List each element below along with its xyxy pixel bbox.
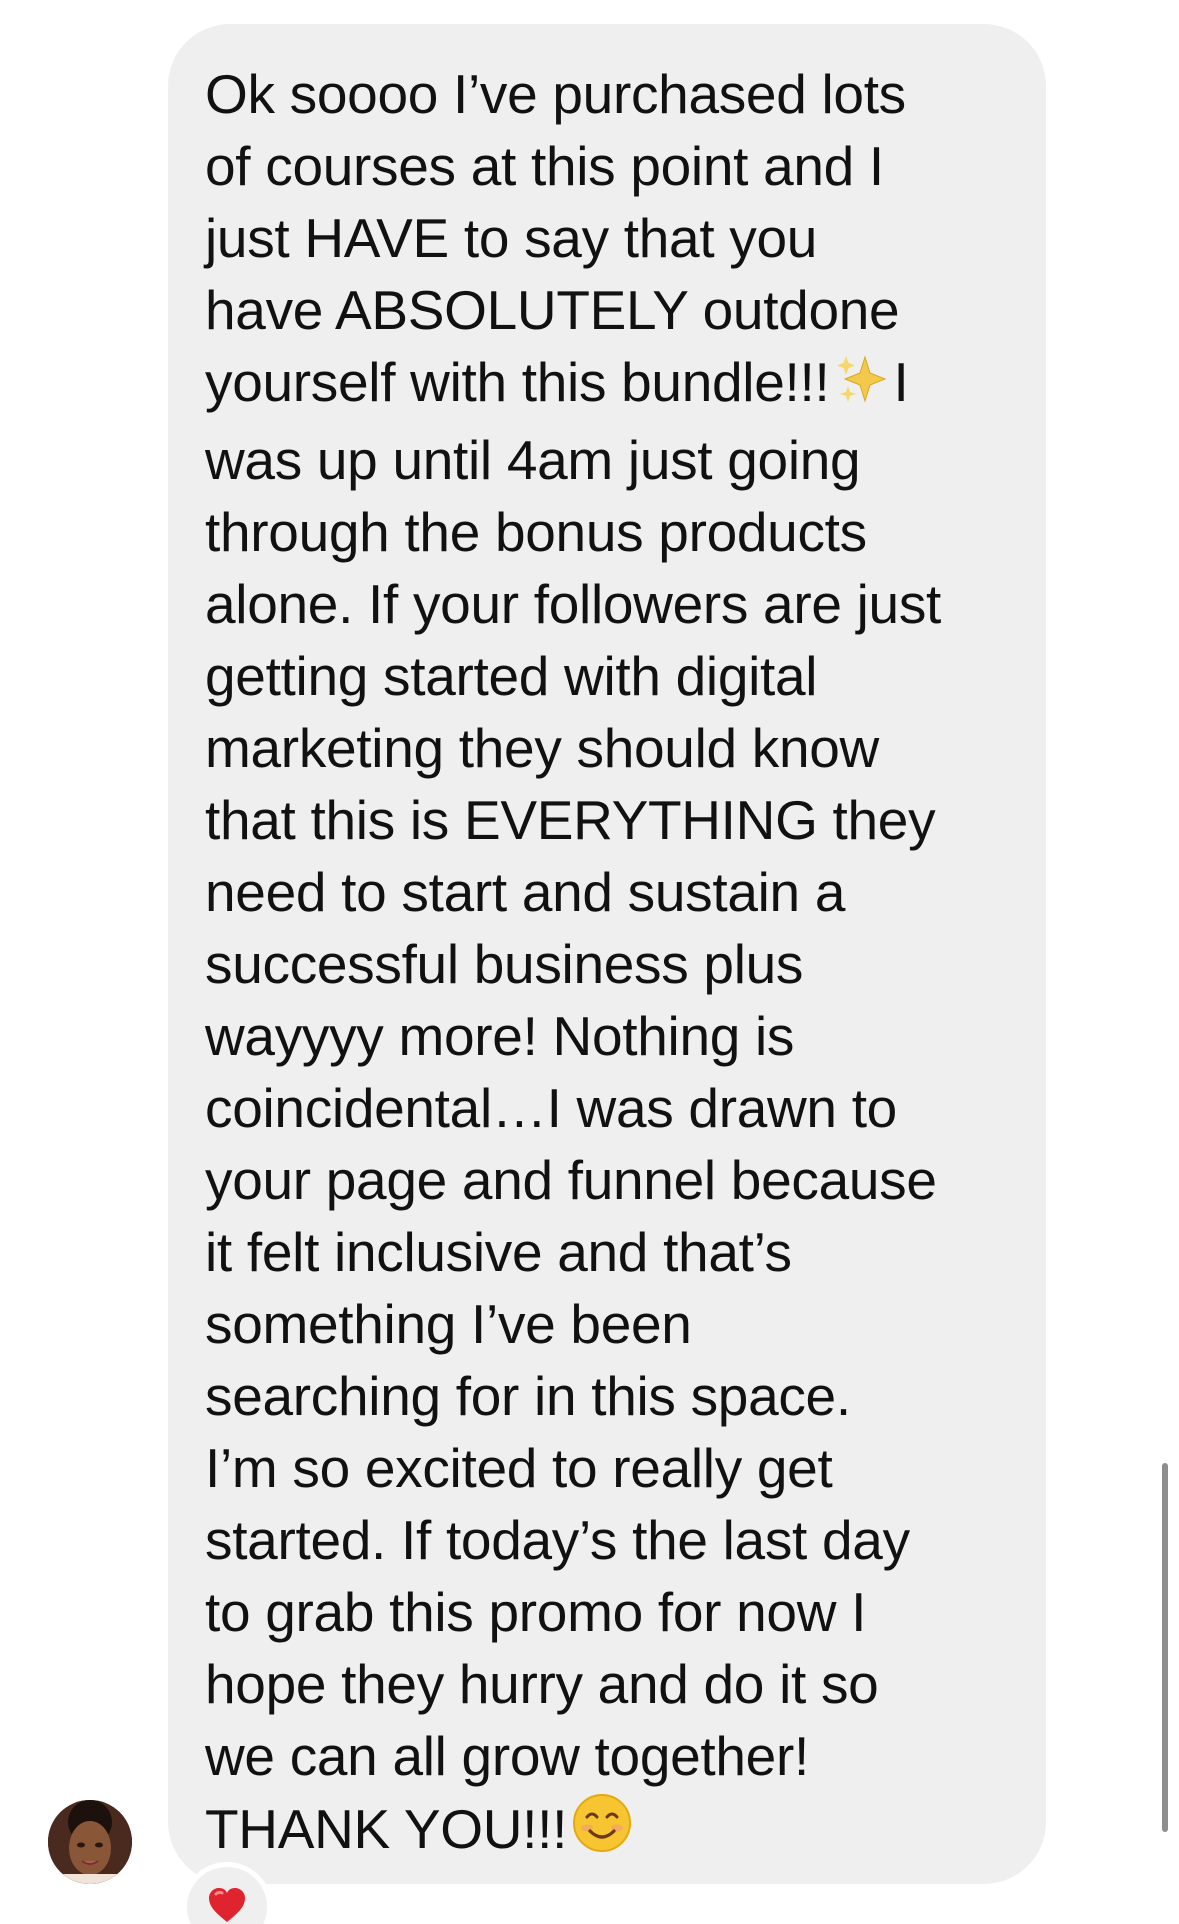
message-line-with-emoji: THANK YOU!!! xyxy=(205,1792,1016,1871)
message-line-text: yourself with this bundle!!! xyxy=(205,351,830,413)
message-line: to grab this promo for now I xyxy=(205,1581,867,1643)
message-line: searching for in this space. xyxy=(205,1365,851,1427)
message-line-text: THANK YOU!!! xyxy=(205,1798,568,1860)
message-line: Ok soooo I’ve purchased lots xyxy=(205,63,906,125)
sparkles-icon xyxy=(833,351,889,424)
message-line: it felt inclusive and that’s xyxy=(205,1221,792,1283)
chat-screen: Ok soooo I’ve purchased lots of courses … xyxy=(0,0,1179,1924)
message-line: coincidental…I was drawn to xyxy=(205,1077,897,1139)
message-line: I’m so excited to really get xyxy=(205,1437,833,1499)
message-line: alone. If your followers are just xyxy=(205,573,942,635)
message-line: successful business plus xyxy=(205,933,804,995)
message-line: hope they hurry and do it so xyxy=(205,1653,879,1715)
message-bubble[interactable]: Ok soooo I’ve purchased lots of courses … xyxy=(168,24,1046,1884)
message-line: your page and funnel because xyxy=(205,1149,937,1211)
message-line: of courses at this point and I xyxy=(205,135,884,197)
scrollbar[interactable] xyxy=(1162,1463,1168,1832)
message-line: was up until 4am just going xyxy=(205,429,861,491)
message-line: marketing they should know xyxy=(205,717,879,779)
message-line: have ABSOLUTELY outdone xyxy=(205,279,900,341)
smiling-face-icon xyxy=(571,1792,633,1871)
message-line: that this is EVERYTHING they xyxy=(205,789,936,851)
message-line: through the bonus products xyxy=(205,501,867,563)
message-line: need to start and sustain a xyxy=(205,861,846,923)
message-line-text-after-emoji: I xyxy=(893,351,909,413)
message-line: something I’ve been xyxy=(205,1293,692,1355)
heart-icon xyxy=(206,1886,248,1924)
message-line: just HAVE to say that you xyxy=(205,207,818,269)
message-line: started. If today’s the last day xyxy=(205,1509,910,1571)
message-line: we can all grow together! xyxy=(205,1725,809,1787)
message-line-with-emoji: yourself with this bundle!!! I xyxy=(205,346,1016,424)
avatar[interactable] xyxy=(48,1800,132,1884)
message-line: wayyyy more! Nothing is xyxy=(205,1005,795,1067)
message-line: getting started with digital xyxy=(205,645,818,707)
